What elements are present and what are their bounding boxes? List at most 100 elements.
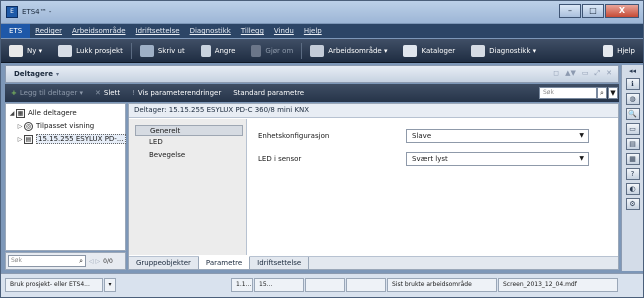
panel-pin-icon[interactable]: ◻ [553,69,559,78]
tree-expand-icon[interactable]: ◢ [8,110,16,117]
tree-expand-icon[interactable]: ▷ [16,123,24,130]
tree-item-device[interactable]: ▷ ▤ 15.15.255 ESYLUX PD-... [16,133,126,145]
menu-hjelp[interactable]: Hjelp [299,24,327,38]
redo-label: Gjør om [265,46,294,55]
category-led[interactable]: LED [135,137,243,148]
maximize-button[interactable]: □ [582,4,604,18]
led-sensor-value: Svært lyst [412,155,448,163]
device-config-select[interactable]: Slave ▼ [406,129,589,143]
undo-icon [200,44,211,57]
panel-title-dropdown-icon[interactable]: ▾ [56,71,59,78]
print-button[interactable]: Skriv ut [132,39,193,63]
new-project-button[interactable]: Ny ▾ [1,39,50,63]
show-param-changes-label: Vis parameterendringer [137,89,222,97]
custom-view-icon: ◎ [24,121,33,131]
catalogs-label: Kataloger [421,46,456,55]
device-icon: ▤ [24,134,33,144]
new-document-icon [9,44,23,57]
tab-group-objects[interactable]: Gruppeobjekter [129,257,199,269]
printer-icon [139,44,154,57]
tree-item-label: 15.15.255 ESYLUX PD-... [36,134,126,144]
tab-parameters[interactable]: Parametre [198,256,251,269]
delete-icon: ✕ [95,89,101,97]
help-label: Hjelp [617,46,635,55]
workspace-label: Arbeidsområde ▾ [328,46,388,55]
close-button[interactable]: X [605,4,639,18]
window-controls: – □ X [559,4,639,18]
close-project-label: Lukk prosjekt [76,46,123,55]
new-label: Ny ▾ [27,46,43,55]
catalogs-button[interactable]: Kataloger [395,39,463,63]
redo-icon [251,44,262,57]
status-address: 1.1... [231,278,253,292]
side-dock: ◂◂ ℹ ◍ 🔍 ▭ ▤ ▦ ? ◐ ⚙ [621,65,643,271]
mode-dropdown-icon[interactable]: ▾ [104,278,116,292]
menu-diagnostikk[interactable]: Diagnostikk [185,24,236,38]
redo-button[interactable]: Gjør om [243,39,301,63]
search-icon[interactable]: ⌕ [79,256,83,266]
search-icon[interactable]: 🔍 [625,108,640,120]
panel-maximize-icon[interactable]: ⤢ [595,69,601,78]
settings-icon[interactable]: ⚙ [625,198,640,210]
tree-item-all-devices[interactable]: ◢ ▦ Alle deltagere [8,107,77,119]
minimize-button[interactable]: – [559,4,581,18]
panel-close-icon[interactable]: ✕ [606,69,612,78]
panel-icon[interactable]: ▭ [625,123,640,135]
category-bevegelse[interactable]: Bevegelse [135,150,243,161]
menu-arbeidsomrade[interactable]: Arbeidsområde [67,24,130,38]
list-icon[interactable]: ▤ [625,138,640,150]
undo-button[interactable]: Angre [193,39,244,63]
search-icon[interactable]: ⌕ [597,87,607,99]
param-label-led-sensor: LED i sensor [258,155,302,163]
tree-item-custom-view[interactable]: ▷ ◎ Tilpasset visning [16,120,94,132]
ets-app-icon[interactable]: E [6,6,18,18]
add-devices-label: Legg til deltager ▾ [19,89,84,97]
overview-icon[interactable]: ◍ [625,93,640,105]
tree-item-label: Tilpasset visning [36,122,95,130]
window-title: ETS4™ - [22,8,52,16]
tree-search-input[interactable]: Søk ⌕ [8,255,86,267]
default-params-label: Standard parametre [233,89,305,97]
monitor-icon[interactable]: ◐ [625,183,640,195]
tree-expand-icon[interactable]: ▷ [16,136,24,143]
dock-collapse-icon[interactable]: ◂◂ [629,67,636,75]
filter-icon[interactable]: ▼ [608,87,618,99]
parameter-list: Enhetskonfigurasjon Slave ▼ LED i sensor… [248,119,618,255]
delete-button[interactable]: ✕ Slett [89,89,126,97]
panel-restore-icon[interactable]: ▭ [582,69,589,78]
menu-tillegg[interactable]: Tillegg [236,24,269,38]
category-generelt[interactable]: Generelt [135,125,243,136]
device-config-value: Slave [412,132,432,140]
menu-idriftsettelse[interactable]: Idriftsettelse [131,24,185,38]
all-devices-icon: ▦ [16,108,25,118]
close-project-button[interactable]: Lukk prosjekt [50,39,131,63]
main-toolbar: Ny ▾ Lukk prosjekt Skriv ut Angre Gjør o… [1,39,643,63]
devices-panel-toolbar: + Legg til deltager ▾ ✕ Slett ! Vis para… [5,84,619,102]
title-bar: E ETS4™ - – □ X [1,1,643,23]
properties-icon[interactable]: ℹ [625,78,640,90]
add-devices-button[interactable]: + Legg til deltager ▾ [5,89,89,97]
parameter-categories: Generelt LED Bevegelse [129,119,247,255]
panel-updown-icon[interactable]: ▲▼ [565,69,576,78]
menu-rediger[interactable]: Rediger [30,24,67,38]
device-header: Deltager: 15.15.255 ESYLUX PD-C 360/8 mi… [129,104,618,118]
chevron-down-icon: ▼ [579,155,584,162]
workspace-button[interactable]: Arbeidsområde ▾ [302,39,395,63]
help-button[interactable]: Hjelp [595,39,643,63]
default-params-button[interactable]: Standard parametre [227,89,310,97]
menu-bar: ETS Rediger Arbeidsområde Idriftsettelse… [1,24,643,38]
devices-panel-header: Deltagere ▾ ◻ ▲▼ ▭ ⤢ ✕ [5,65,619,83]
grid-icon[interactable]: ▦ [625,153,640,165]
led-sensor-select[interactable]: Svært lyst ▼ [406,152,589,166]
tab-commissioning[interactable]: Idriftsettelse [250,257,310,269]
show-param-changes-button[interactable]: ! Vis parameterendringer [126,89,227,97]
menu-ets[interactable]: ETS [1,24,31,38]
diagnostics-button[interactable]: Diagnostikk ▾ [463,39,544,63]
help-icon[interactable]: ? [625,168,640,180]
menu-vindu[interactable]: Vindu [269,24,299,38]
panel-title[interactable]: Deltagere [14,70,53,78]
panel-search-input[interactable]: Søk [539,87,597,99]
tree-nav-arrows-icon[interactable]: ◁ ▷ [89,258,100,265]
mode-selector[interactable]: Bruk prosjekt- eller ETS4... [5,278,103,292]
panel-window-tools: ◻ ▲▼ ▭ ⤢ ✕ [553,69,612,78]
